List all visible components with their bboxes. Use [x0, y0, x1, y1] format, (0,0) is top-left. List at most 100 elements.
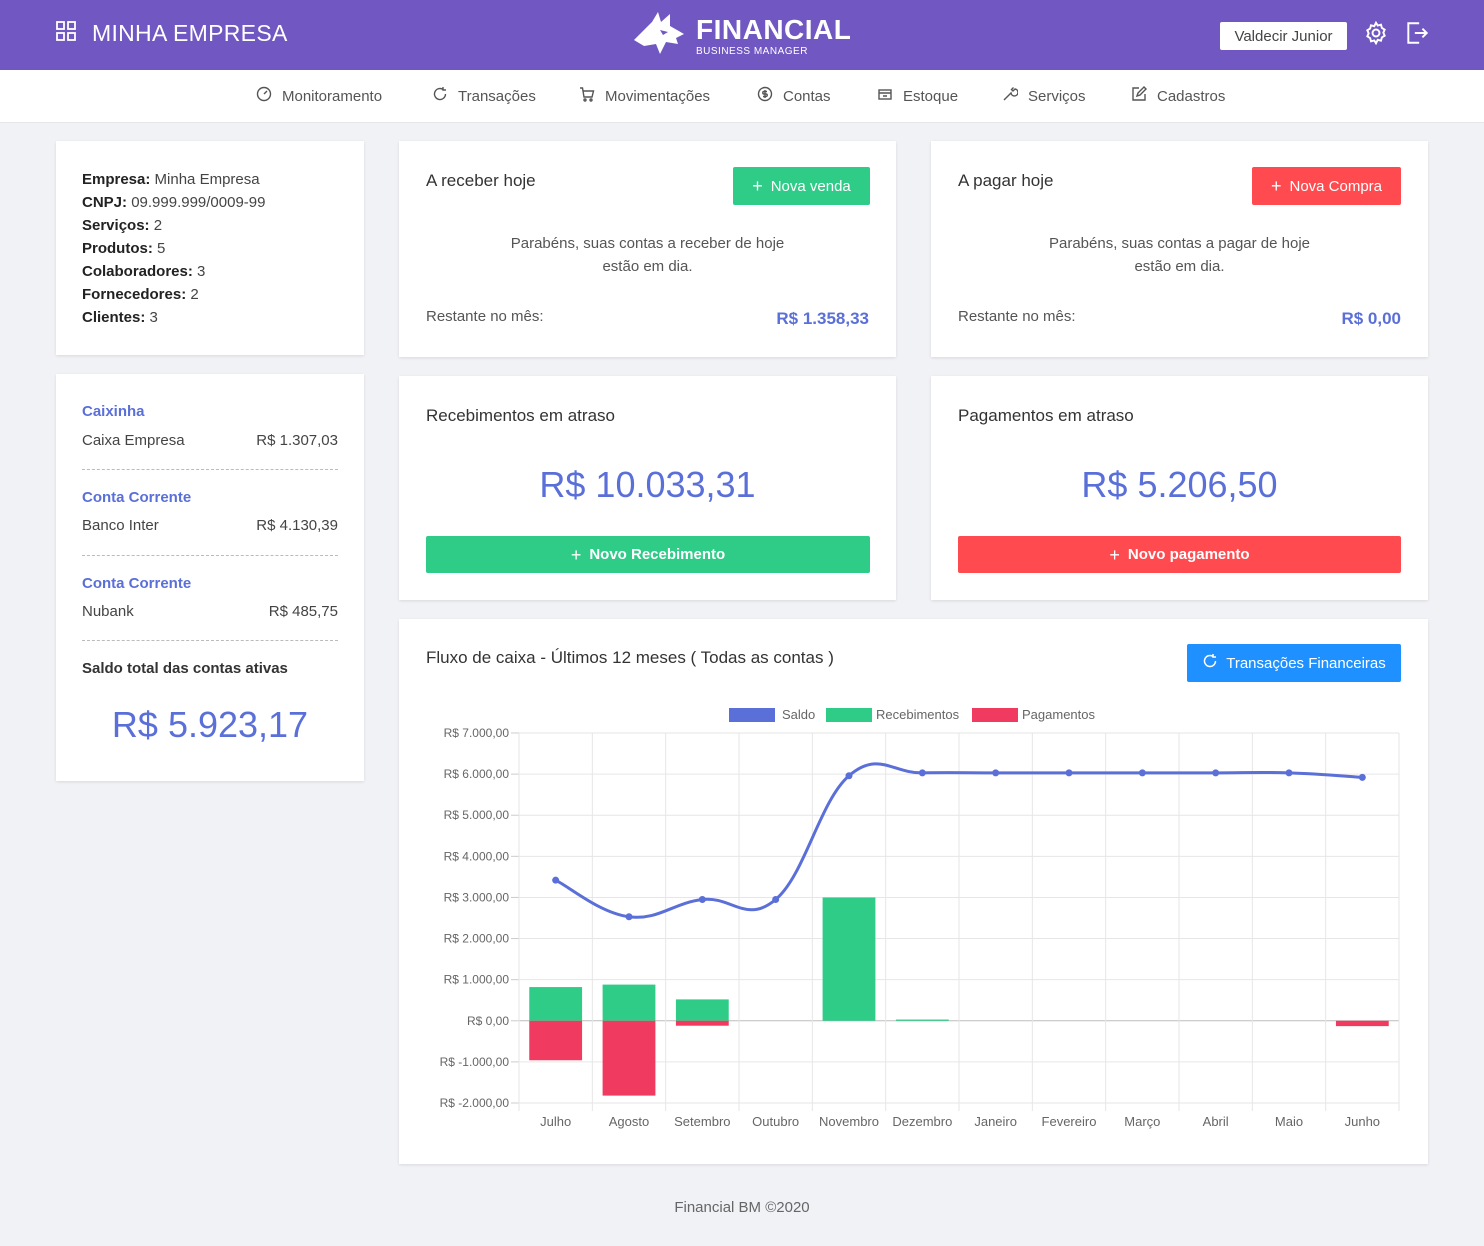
y-tick-label: R$ 5.000,00 — [444, 808, 510, 822]
payments-bar — [1335, 1020, 1389, 1027]
account-balance: R$ 4.130,39 — [256, 517, 338, 534]
nav-transacoes[interactable]: Transações — [432, 86, 536, 106]
nav-movimentacoes[interactable]: Movimentações — [579, 86, 710, 106]
account-row[interactable]: Banco Inter R$ 4.130,39 — [82, 517, 338, 534]
logo-subtitle: BUSINESS MANAGER — [696, 46, 808, 57]
info-clientes: Clientes: 3 — [82, 309, 158, 326]
nav-label: Movimentações — [605, 87, 711, 105]
y-tick-label: R$ -2.000,00 — [440, 1096, 510, 1110]
receive-today-card: A receber hoje + Nova venda Parabéns, su… — [399, 141, 896, 357]
status-message-line: Parabéns, suas contas a pagar de hoje — [1048, 235, 1310, 252]
account-balance: R$ 1.307,03 — [256, 432, 338, 449]
new-receipt-button[interactable]: + Novo Recebimento — [426, 536, 870, 573]
y-tick-label: R$ 7.000,00 — [444, 726, 510, 740]
total-balance: R$ 5.923,17 — [111, 704, 309, 745]
status-message: Parabéns, suas contas a pagar de hoje es… — [931, 232, 1428, 278]
info-produtos: Produtos: 5 — [82, 240, 166, 257]
info-fornecedores: Fornecedores: 2 — [82, 286, 199, 303]
card-title: Recebimentos em atraso — [426, 406, 615, 425]
status-message: Parabéns, suas contas a receber de hoje … — [399, 232, 896, 278]
account-type: Conta Corrente — [82, 489, 192, 506]
saldo-point — [552, 876, 560, 884]
company-switcher[interactable]: MINHA EMPRESA — [56, 20, 288, 47]
overdue-receipts-card: Recebimentos em atraso R$ 10.033,31 + No… — [399, 376, 896, 600]
edit-icon — [1131, 86, 1147, 106]
new-purchase-button[interactable]: + Nova Compra — [1252, 167, 1401, 205]
status-message-line: Parabéns, suas contas a receber de hoje — [510, 235, 785, 252]
account-row[interactable]: Caixa Empresa R$ 1.307,03 — [82, 432, 338, 449]
payments-bar — [675, 1020, 729, 1026]
nav-label: Transações — [458, 87, 536, 105]
legend-label: Saldo — [782, 707, 815, 722]
receipts-bar — [822, 897, 876, 1021]
y-tick-label: R$ -1.000,00 — [440, 1055, 510, 1069]
y-tick-label: R$ 4.000,00 — [444, 849, 510, 863]
x-tick-label: Setembro — [674, 1114, 730, 1129]
x-tick-label: Janeiro — [974, 1114, 1017, 1129]
company-name[interactable]: MINHA EMPRESA — [92, 20, 288, 47]
x-tick-label: Outubro — [752, 1114, 799, 1129]
plus-icon: + — [752, 176, 763, 196]
x-tick-label: Julho — [540, 1114, 571, 1129]
legend-label: Recebimentos — [876, 707, 960, 722]
receipts-bar — [602, 984, 656, 1021]
accounts-card: Caixinha Caixa Empresa R$ 1.307,03 Conta… — [56, 374, 364, 781]
cashflow-card: Fluxo de caixa - Últimos 12 meses ( Toda… — [399, 619, 1428, 1164]
receipts-bar — [895, 1019, 949, 1021]
saldo-point — [1212, 769, 1220, 777]
account-balance: R$ 485,75 — [268, 603, 338, 620]
footer: Financial BM ©2020 — [674, 1199, 810, 1216]
pay-today-card: A pagar hoje + Nova Compra Parabéns, sua… — [931, 141, 1428, 357]
grid-icon[interactable] — [56, 21, 76, 46]
user-menu-button[interactable]: Valdecir Junior — [1220, 22, 1347, 50]
account-type: Conta Corrente — [82, 575, 192, 592]
nav-label: Contas — [783, 87, 831, 105]
account-type: Caixinha — [82, 403, 145, 420]
x-tick-label: Abril — [1203, 1114, 1229, 1129]
nav-monitoramento[interactable]: Monitoramento — [256, 86, 382, 106]
info-cnpj: CNPJ: 09.999.999/0009-99 — [82, 194, 266, 211]
total-label: Saldo total das contas ativas — [82, 660, 288, 677]
top-bar: MINHA EMPRESA FINANCIAL BUSINESS MANAGER… — [0, 0, 1484, 70]
overdue-receipts-amount: R$ 10.033,31 — [539, 464, 756, 505]
gear-icon[interactable] — [1363, 20, 1389, 51]
remaining-value: R$ 1.358,33 — [776, 309, 869, 328]
new-payment-button[interactable]: + Novo pagamento — [958, 536, 1401, 573]
refresh-icon — [432, 86, 448, 106]
status-message-line: estão em dia. — [602, 258, 693, 275]
button-label: Novo pagamento — [1127, 546, 1250, 563]
card-title: A receber hoje — [426, 171, 536, 190]
payments-bar — [529, 1020, 583, 1061]
plus-icon: + — [1270, 176, 1282, 196]
speedometer-icon — [256, 86, 272, 106]
card-title: Pagamentos em atraso — [958, 406, 1134, 425]
nav-cadastros[interactable]: Cadastros — [1131, 86, 1225, 106]
y-tick-label: R$ 2.000,00 — [444, 932, 510, 946]
legend-swatch — [729, 708, 775, 722]
plus-icon: + — [570, 544, 582, 565]
remaining-label: Restante no mês: — [958, 308, 1076, 325]
wolf-logo-icon — [630, 10, 688, 63]
new-sale-button[interactable]: + Nova venda — [733, 167, 870, 205]
nav-label: Monitoramento — [282, 87, 383, 105]
x-tick-label: Agosto — [609, 1114, 649, 1129]
saldo-point — [772, 896, 780, 903]
account-name: Banco Inter — [82, 517, 159, 534]
account-row[interactable]: Nubank R$ 485,75 — [82, 603, 338, 620]
account-name: Nubank — [82, 603, 134, 620]
logo-title: FINANCIAL — [696, 14, 852, 45]
nav-label: Estoque — [903, 87, 959, 105]
cart-icon — [579, 86, 595, 106]
y-tick-label: R$ 1.000,00 — [444, 973, 510, 987]
saldo-point — [992, 769, 1000, 777]
saldo-point — [625, 913, 633, 921]
nav-contas[interactable]: Contas — [757, 86, 831, 106]
divider — [82, 469, 338, 470]
info-colaboradores: Colaboradores: 3 — [82, 263, 206, 280]
nav-estoque[interactable]: Estoque — [877, 86, 958, 106]
app-logo: FINANCIAL BUSINESS MANAGER — [630, 10, 851, 63]
info-servicos: Serviços: 2 — [82, 217, 163, 234]
nav-servicos[interactable]: Serviços — [1002, 86, 1086, 106]
logout-icon[interactable] — [1404, 20, 1430, 51]
account-name: Caixa Empresa — [82, 432, 185, 449]
